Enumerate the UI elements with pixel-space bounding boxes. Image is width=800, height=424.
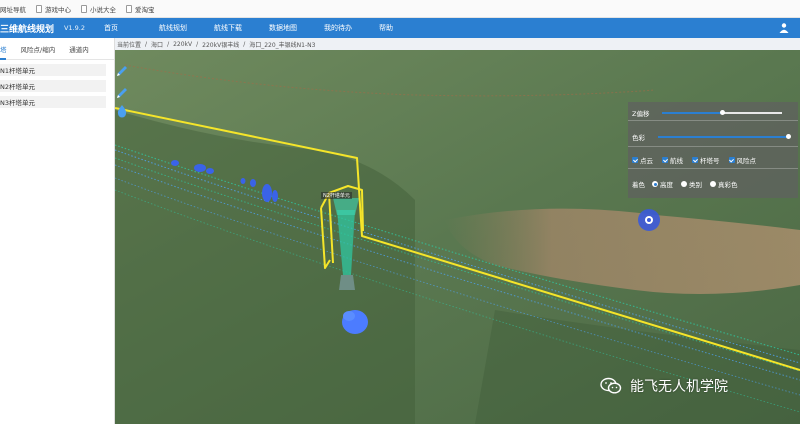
wechat-icon: [600, 377, 622, 394]
nav-item-home[interactable]: 首页: [104, 23, 159, 33]
radio-label: 高度: [660, 181, 673, 189]
z-offset-fill: [662, 112, 722, 114]
list-item-label: N1杆塔单元: [0, 67, 35, 75]
divider: [628, 120, 798, 121]
breadcrumb-sep: /: [196, 40, 199, 48]
list-item[interactable]: N2杆塔单元: [0, 80, 106, 92]
radio-true-color[interactable]: 真彩色: [710, 179, 738, 189]
color-slider[interactable]: [658, 134, 791, 139]
radio-category[interactable]: 类别: [681, 179, 702, 189]
breadcrumb-sep: /: [145, 40, 148, 48]
checkbox-box: [692, 157, 698, 163]
tab-risk-points[interactable]: 风险点/缩内: [21, 44, 56, 54]
sidebar: 塔 风险点/缩内 通道内 N1杆塔单元 N2杆塔单元 N3杆塔单元: [0, 38, 115, 424]
breadcrumb-item[interactable]: 海口_220_丰银线N1-N3: [249, 40, 315, 49]
coloring-label: 着色: [632, 181, 645, 189]
breadcrumb-item[interactable]: 220kV银丰线: [202, 40, 239, 49]
breadcrumb-sep: /: [167, 40, 170, 48]
nav-item-help[interactable]: 帮助: [379, 23, 434, 33]
document-icon: [81, 4, 87, 13]
breadcrumb-sep: /: [243, 40, 246, 48]
z-offset-knob[interactable]: [719, 110, 725, 115]
document-icon: [36, 4, 42, 13]
radio-height[interactable]: 高度: [652, 179, 673, 189]
user-icon[interactable]: [778, 22, 790, 34]
nav-item-todo[interactable]: 我的待办: [324, 23, 379, 33]
3d-viewport[interactable]: N2杆塔单元 Z偏移 色彩 点云 航线 杆塔号 风险点 着色 高度 类别 真彩色: [115, 50, 800, 424]
tab-tower[interactable]: 塔: [0, 44, 7, 54]
bookmark-item[interactable]: 网址导航: [0, 4, 26, 14]
bookmarks-bar: 网址导航 游戏中心 小说大全 爱淘宝: [0, 0, 800, 18]
checkbox-risk-point[interactable]: 风险点: [728, 155, 757, 165]
app-version: V1.9.2: [64, 24, 86, 32]
view-control-panel: Z偏移 色彩 点云 航线 杆塔号 风险点 着色 高度 类别 真彩色: [628, 102, 798, 198]
checkbox-route[interactable]: 航线: [662, 155, 683, 165]
list-item[interactable]: N1杆塔单元: [0, 64, 106, 76]
color-knob[interactable]: [785, 134, 791, 139]
nav-item-route-download[interactable]: 航线下载: [214, 23, 269, 33]
list-item-label: N3杆塔单元: [0, 99, 35, 107]
tab-in-channel[interactable]: 通道内: [69, 44, 89, 54]
sidebar-tabs: 塔 风险点/缩内 通道内: [0, 38, 114, 60]
checkbox-box: [632, 157, 638, 163]
bookmark-label: 游戏中心: [45, 5, 71, 14]
list-item[interactable]: N3杆塔单元: [0, 96, 106, 108]
breadcrumb-prefix: 当前位置: [117, 41, 142, 49]
breadcrumb: 当前位置 / 海口 / 220kV / 220kV银丰线 / 海口_220_丰银…: [115, 38, 800, 50]
active-tab-indicator: [0, 58, 6, 60]
checkbox-label: 风险点: [736, 157, 757, 165]
checkbox-tower-number[interactable]: 杆塔号: [692, 155, 720, 165]
drop-icon[interactable]: [115, 104, 129, 118]
checkbox-box: [728, 157, 735, 163]
top-nav: 三维航线规划 V1.9.2 首页 航线规划 航线下载 数据地图 我的待办 帮助: [0, 18, 800, 38]
list-item-label: N2杆塔单元: [0, 83, 35, 91]
color-fill: [658, 136, 788, 138]
breadcrumb-item[interactable]: 220kV: [173, 41, 192, 48]
color-label: 色彩: [632, 134, 645, 142]
bookmark-label: 爱淘宝: [135, 5, 155, 14]
nav-item-route-planning[interactable]: 航线规划: [159, 23, 214, 33]
bookmark-item[interactable]: 小说大全: [81, 4, 116, 14]
pencil-icon[interactable]: [115, 86, 129, 100]
coloring-row: 着色 高度 类别 真彩色: [632, 179, 794, 189]
radio-label: 类别: [689, 181, 702, 189]
radio-dot: [710, 181, 716, 187]
target-marker[interactable]: [638, 209, 660, 231]
z-offset-slider[interactable]: [662, 110, 782, 115]
divider: [628, 146, 798, 147]
radio-label: 真彩色: [718, 181, 738, 189]
watermark-text: 能飞无人机学院: [630, 379, 728, 395]
checkbox-label: 杆塔号: [700, 157, 720, 165]
bookmark-label: 网址导航: [0, 5, 26, 14]
pencil-icon[interactable]: [115, 64, 129, 78]
tower-label[interactable]: N2杆塔单元: [321, 192, 352, 199]
document-icon: [126, 4, 132, 13]
nav-menu: 首页 航线规划 航线下载 数据地图 我的待办 帮助: [104, 18, 434, 38]
layer-toggles: 点云 航线 杆塔号 风险点: [632, 155, 794, 165]
z-offset-label: Z偏移: [632, 110, 650, 118]
radio-dot: [652, 181, 658, 187]
breadcrumb-item[interactable]: 海口: [151, 40, 163, 49]
checkbox-box: [662, 157, 668, 163]
app-title: 三维航线规划: [0, 24, 55, 35]
nav-item-data-map[interactable]: 数据地图: [269, 23, 324, 33]
bookmark-item[interactable]: 爱淘宝: [126, 4, 155, 14]
checkbox-label: 点云: [640, 157, 653, 165]
checkbox-label: 航线: [670, 157, 683, 165]
checkbox-pointcloud[interactable]: 点云: [632, 155, 653, 165]
radio-dot: [681, 181, 687, 187]
watermark: 能飞无人机学院: [600, 376, 728, 396]
bookmark-item[interactable]: 游戏中心: [36, 4, 71, 14]
divider: [628, 168, 798, 169]
bookmark-label: 小说大全: [90, 5, 116, 14]
